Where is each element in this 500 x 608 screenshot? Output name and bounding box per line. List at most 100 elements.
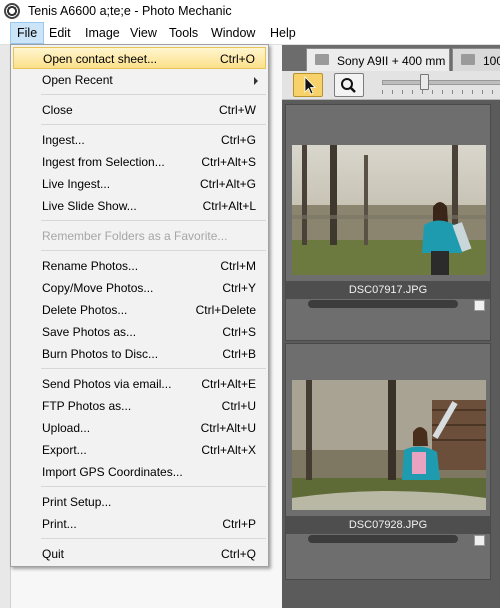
menu-item-import-gps[interactable]: Import GPS Coordinates... — [13, 461, 266, 483]
menu-item-shortcut: Ctrl+Alt+G — [199, 177, 256, 191]
menu-item-shortcut: Ctrl+Alt+X — [201, 443, 256, 457]
menu-window[interactable]: Window — [205, 22, 261, 44]
tennis-player-photo — [292, 145, 486, 275]
menu-separator — [41, 94, 266, 95]
menu-view[interactable]: View — [124, 22, 163, 44]
menu-item-shortcut: Ctrl+Delete — [195, 303, 256, 317]
menu-item-open-recent[interactable]: Open Recent — [13, 69, 266, 91]
menu-edit[interactable]: Edit — [43, 22, 77, 44]
tab-sony-a9ii[interactable]: Sony A9II + 400 mm — [306, 48, 450, 72]
menu-item-shortcut: Ctrl+P — [222, 517, 256, 531]
menu-item-label: Live Ingest... — [42, 177, 111, 191]
menu-item-label: Open Recent — [42, 73, 113, 87]
menu-item-send-via-email[interactable]: Send Photos via email... Ctrl+Alt+E — [13, 373, 266, 395]
tennis-player-photo — [292, 380, 486, 510]
menu-item-shortcut: Ctrl+Alt+S — [201, 155, 256, 169]
photo-cell[interactable]: DSC07928.JPG — [285, 343, 491, 580]
menu-item-print-setup[interactable]: Print Setup... — [13, 491, 266, 513]
rating-dots[interactable] — [308, 535, 458, 543]
tab-100m[interactable]: 100M — [452, 48, 500, 72]
submenu-arrow-icon — [254, 77, 258, 85]
menu-item-shortcut: Ctrl+B — [222, 347, 256, 361]
slider-thumb[interactable] — [420, 74, 429, 90]
menu-item-label: Copy/Move Photos... — [42, 281, 154, 295]
menu-item-label: Ingest... — [42, 133, 85, 147]
menu-item-label: Print... — [42, 517, 77, 531]
menu-item-shortcut: Ctrl+Alt+E — [201, 377, 256, 391]
menu-separator — [41, 486, 266, 487]
folder-icon — [315, 54, 329, 65]
app-icon[interactable] — [4, 3, 20, 19]
menu-item-delete-photos[interactable]: Delete Photos... Ctrl+Delete — [13, 299, 266, 321]
menu-item-quit[interactable]: Quit Ctrl+Q — [13, 543, 266, 565]
menu-separator — [41, 250, 266, 251]
menu-item-ftp-photos[interactable]: FTP Photos as... Ctrl+U — [13, 395, 266, 417]
photo-cell[interactable]: DSC07917.JPG — [285, 104, 491, 341]
menu-item-burn-photos[interactable]: Burn Photos to Disc... Ctrl+B — [13, 343, 266, 365]
menu-item-label: Close — [42, 103, 73, 117]
menu-item-label: Open contact sheet... — [43, 52, 158, 66]
tab-label: 100M — [483, 54, 500, 68]
menu-item-live-slide-show[interactable]: Live Slide Show... Ctrl+Alt+L — [13, 195, 266, 217]
menu-bar: File Edit Image View Tools Window Help — [0, 22, 500, 45]
menu-item-label: Live Slide Show... — [42, 199, 137, 213]
menu-item-shortcut: Ctrl+G — [220, 133, 256, 147]
menu-help[interactable]: Help — [264, 22, 302, 44]
contact-sheet: DSC07917.JPG DSC07928.JPG — [282, 100, 500, 608]
menu-item-ingest[interactable]: Ingest... Ctrl+G — [13, 129, 266, 151]
menu-item-shortcut: Ctrl+W — [219, 103, 256, 117]
menu-item-copy-move-photos[interactable]: Copy/Move Photos... Ctrl+Y — [13, 277, 266, 299]
slider-ticks — [382, 90, 500, 94]
menu-file[interactable]: File — [10, 22, 45, 44]
menu-item-shortcut: Ctrl+Alt+L — [202, 199, 256, 213]
menu-item-label: Remember Folders as a Favorite... — [42, 229, 228, 243]
window-title: Tenis A6600 a;te;e - Photo Mechanic — [28, 4, 232, 18]
menu-item-shortcut: Ctrl+Alt+U — [200, 421, 256, 435]
menu-tools[interactable]: Tools — [163, 22, 204, 44]
photo-filename: DSC07917.JPG — [286, 281, 490, 299]
menu-separator — [41, 538, 266, 539]
menu-item-label: Send Photos via email... — [42, 377, 172, 391]
title-bar: Tenis A6600 a;te;e - Photo Mechanic — [0, 0, 500, 22]
photo-thumbnail[interactable] — [292, 145, 486, 275]
arrow-cursor-icon — [304, 76, 316, 95]
menu-item-label: Ingest from Selection... — [42, 155, 165, 169]
menu-item-rename-photos[interactable]: Rename Photos... Ctrl+M — [13, 255, 266, 277]
menu-item-label: Rename Photos... — [42, 259, 139, 273]
menu-item-shortcut: Ctrl+Y — [222, 281, 256, 295]
photo-filename: DSC07928.JPG — [286, 516, 490, 534]
menu-item-label: Burn Photos to Disc... — [42, 347, 159, 361]
menu-item-export[interactable]: Export... Ctrl+Alt+X — [13, 439, 266, 461]
menu-item-close[interactable]: Close Ctrl+W — [13, 99, 266, 121]
menu-item-label: Upload... — [42, 421, 91, 435]
menu-item-open-contact-sheet[interactable]: Open contact sheet... Ctrl+O — [13, 47, 266, 69]
magnifier-icon — [341, 78, 356, 93]
menu-item-label: Delete Photos... — [42, 303, 128, 317]
zoom-tool-button[interactable] — [334, 73, 364, 97]
menu-item-label: Import GPS Coordinates... — [42, 465, 183, 479]
menu-item-shortcut: Ctrl+U — [221, 399, 256, 413]
tag-checkbox[interactable] — [474, 300, 485, 311]
menu-separator — [41, 368, 266, 369]
menu-item-save-photos-as[interactable]: Save Photos as... Ctrl+S — [13, 321, 266, 343]
menu-item-print[interactable]: Print... Ctrl+P — [13, 513, 266, 535]
photo-thumbnail[interactable] — [292, 380, 486, 510]
menu-separator — [41, 220, 266, 221]
menu-item-label: Save Photos as... — [42, 325, 137, 339]
tag-checkbox[interactable] — [474, 535, 485, 546]
menu-item-live-ingest[interactable]: Live Ingest... Ctrl+Alt+G — [13, 173, 266, 195]
file-menu-dropdown: Open contact sheet... Ctrl+O Open Recent… — [10, 44, 269, 567]
contact-sheet-toolbar — [282, 71, 500, 100]
menu-item-ingest-from-selection[interactable]: Ingest from Selection... Ctrl+Alt+S — [13, 151, 266, 173]
menu-item-upload[interactable]: Upload... Ctrl+Alt+U — [13, 417, 266, 439]
thumbnail-size-slider[interactable] — [382, 80, 500, 85]
menu-image[interactable]: Image — [79, 22, 126, 44]
select-tool-button[interactable] — [293, 73, 323, 97]
menu-item-remember-folders: Remember Folders as a Favorite... — [13, 225, 266, 247]
contact-sheet-tabs: Sony A9II + 400 mm 100M — [282, 45, 500, 72]
rating-dots[interactable] — [308, 300, 458, 308]
menu-item-label: Quit — [42, 547, 65, 561]
tab-label: Sony A9II + 400 mm — [337, 54, 446, 68]
menu-item-label: Export... — [42, 443, 87, 457]
menu-item-shortcut: Ctrl+Q — [220, 547, 256, 561]
